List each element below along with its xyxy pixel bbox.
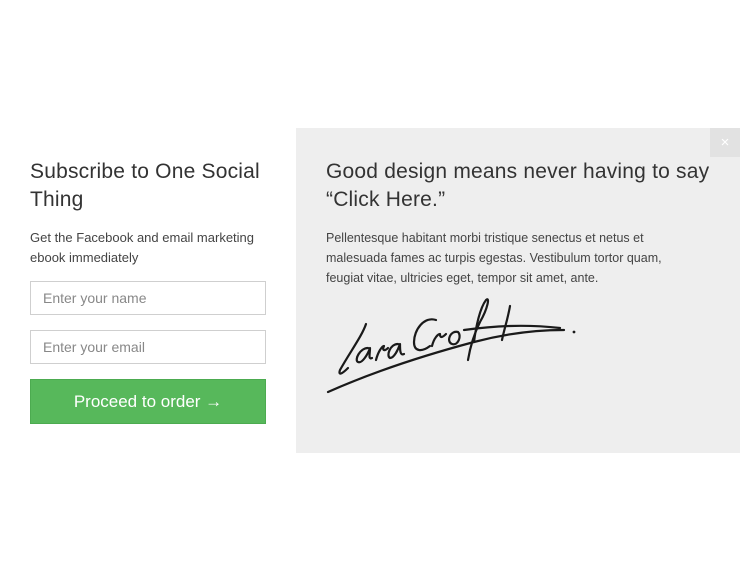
feature-headline: Good design means never having to say “C… bbox=[326, 160, 710, 211]
name-input[interactable] bbox=[30, 281, 266, 315]
email-input[interactable] bbox=[30, 330, 266, 364]
feature-body: Pellentesque habitant morbi tristique se… bbox=[326, 231, 662, 285]
optin-title: Subscribe to One Social Thing bbox=[30, 160, 260, 211]
signature-image bbox=[326, 298, 576, 394]
close-icon: × bbox=[720, 134, 730, 151]
optin-description: Get the Facebook and email marketing ebo… bbox=[30, 230, 255, 265]
proceed-to-order-button[interactable]: Proceed to order → bbox=[30, 379, 266, 424]
optin-form: Subscribe to One Social Thing Get the Fa… bbox=[30, 158, 266, 424]
feature-panel: × Good design means never having to say … bbox=[296, 128, 740, 453]
close-button[interactable]: × bbox=[710, 128, 740, 157]
